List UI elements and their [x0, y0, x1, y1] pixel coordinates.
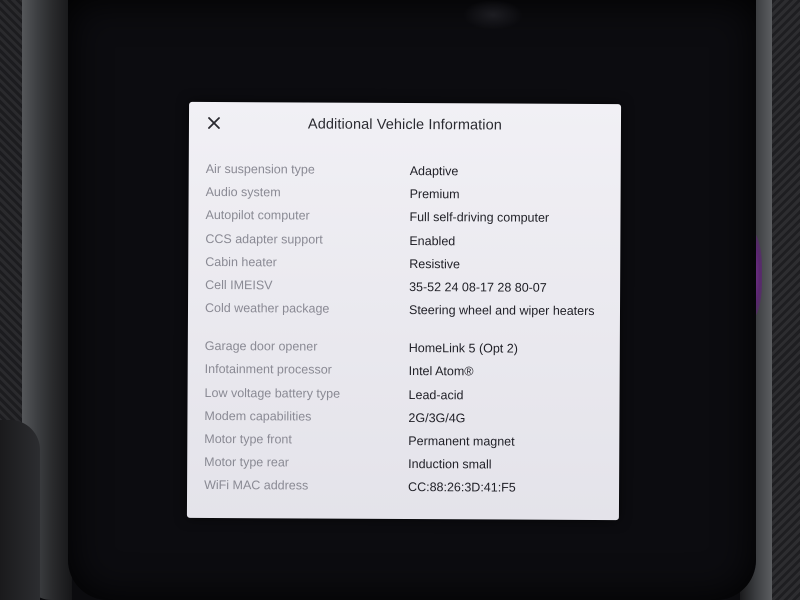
info-key: CCS adapter support	[205, 231, 323, 247]
info-value: Lead-acid	[408, 387, 464, 402]
info-list: Air suspension type Adaptive Audio syste…	[204, 160, 606, 502]
info-key: Cabin heater	[205, 254, 277, 270]
info-value: Premium	[409, 187, 460, 202]
info-value: HomeLink 5 (Opt 2)	[408, 341, 518, 356]
info-value: Induction small	[408, 457, 492, 472]
info-row: Air suspension type Adaptive	[206, 160, 606, 185]
info-row: Autopilot computer Full self-driving com…	[205, 206, 605, 231]
info-value: Permanent magnet	[408, 433, 515, 449]
info-value: Steering wheel and wiper heaters	[408, 303, 595, 319]
info-value: Resistive	[409, 256, 461, 272]
info-row: Infotainment processor Intel Atom®	[205, 360, 605, 385]
info-key: Infotainment processor	[204, 362, 332, 377]
photo-scene: Additional Vehicle Information Air suspe…	[0, 0, 800, 600]
info-key: Garage door opener	[204, 339, 318, 354]
info-value: Full self-driving computer	[409, 210, 550, 226]
info-row: CCS adapter support Enabled	[205, 230, 605, 255]
info-key: Modem capabilities	[204, 408, 312, 424]
screen-reflection	[463, 0, 523, 30]
dialog-header: Additional Vehicle Information	[189, 102, 621, 148]
info-key: Motor type rear	[204, 455, 290, 470]
info-value: Enabled	[409, 233, 456, 248]
info-row: Cold weather package Steering wheel and …	[205, 299, 605, 339]
info-row: Low voltage battery type Lead-acid	[204, 383, 604, 408]
info-key: Autopilot computer	[205, 208, 310, 223]
info-value: 2G/3G/4G	[408, 410, 466, 426]
info-key: Audio system	[205, 185, 281, 200]
info-row: Motor type front Permanent magnet	[204, 430, 604, 455]
info-key: WiFi MAC address	[204, 478, 309, 493]
info-key: Cell IMEISV	[205, 277, 273, 293]
info-value: Intel Atom®	[408, 364, 474, 379]
info-row: Cell IMEISV 35-52 24 08-17 28 80-07	[205, 276, 605, 301]
info-value: Adaptive	[409, 164, 459, 179]
info-row: WiFi MAC address CC:88:26:3D:41:F5	[204, 476, 604, 501]
info-key: Cold weather package	[204, 301, 330, 316]
vehicle-info-dialog: Additional Vehicle Information Air suspe…	[186, 101, 622, 521]
info-value: CC:88:26:3D:41:F5	[408, 480, 516, 495]
info-row: Motor type rear Induction small	[204, 453, 604, 478]
info-row: Audio system Premium	[206, 183, 606, 208]
info-value: 35-52 24 08-17 28 80-07	[409, 279, 547, 295]
info-row: Modem capabilities 2G/3G/4G	[204, 407, 604, 432]
info-row: Cabin heater Resistive	[205, 253, 605, 278]
bezel-left-lower	[0, 420, 40, 600]
info-row: Garage door opener HomeLink 5 (Opt 2)	[205, 337, 605, 362]
dialog-title: Additional Vehicle Information	[307, 116, 503, 134]
info-key: Air suspension type	[205, 161, 315, 177]
info-key: Motor type front	[204, 431, 292, 447]
info-key: Low voltage battery type	[204, 385, 341, 401]
